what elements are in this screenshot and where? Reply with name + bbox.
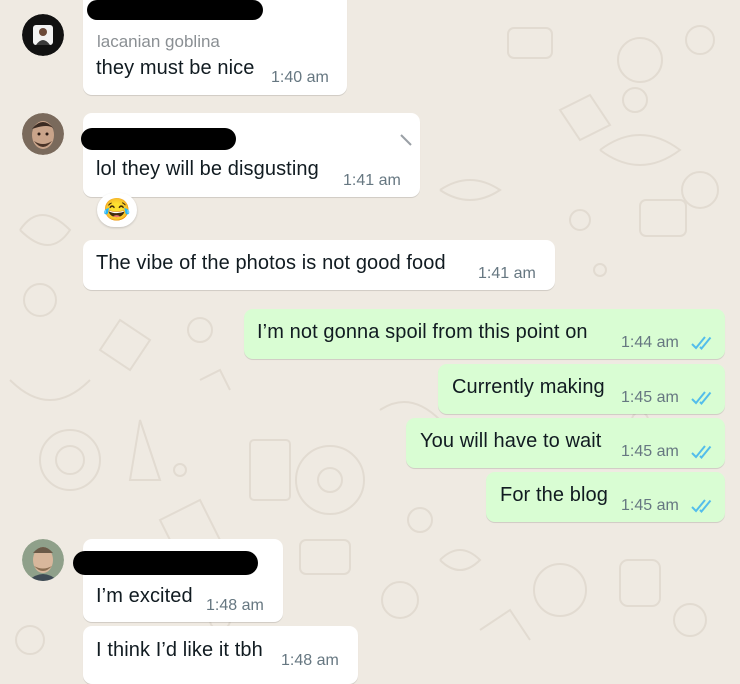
redacted-sender-name [81, 128, 236, 150]
message-time: 1:44 am [621, 334, 679, 351]
redacted-sender-name [73, 551, 258, 575]
outgoing-message[interactable]: Currently making 1:45 am [438, 364, 725, 414]
tears-of-joy-emoji: 😂 [103, 197, 131, 222]
message-text: For the blog [500, 484, 608, 506]
message-text: The vibe of the photos is not good food [96, 252, 446, 274]
read-receipt-icon [691, 444, 716, 460]
edited-icon [400, 134, 412, 146]
incoming-message[interactable]: I’m excited 1:48 am [73, 539, 283, 622]
message-text: Currently making [452, 376, 605, 398]
message-text: I’m excited [96, 585, 193, 607]
message-text: I’m not gonna spoil from this point on [257, 321, 588, 343]
incoming-message[interactable]: I think I’d like it tbh 1:48 am [83, 626, 358, 684]
message-text: I think I’d like it tbh [96, 639, 263, 661]
contact-avatar[interactable] [22, 14, 64, 56]
outgoing-message[interactable]: For the blog 1:45 am [486, 472, 725, 522]
outgoing-message[interactable]: I’m not gonna spoil from this point on 1… [244, 309, 725, 359]
incoming-message[interactable]: The vibe of the photos is not good food … [83, 240, 555, 290]
read-receipt-icon [691, 390, 716, 406]
message-time: 1:45 am [621, 497, 679, 514]
read-receipt-icon [691, 498, 716, 514]
message-text: lol they will be disgusting [96, 158, 319, 180]
message-reaction[interactable]: 😂 [97, 193, 137, 227]
contact-avatar[interactable] [22, 539, 64, 581]
message-time: 1:45 am [621, 443, 679, 460]
message-text: they must be nice [96, 57, 255, 79]
incoming-message[interactable]: lacanian goblina they must be nice 1:40 … [83, 0, 347, 95]
message-time: 1:41 am [478, 265, 536, 282]
message-time: 1:45 am [621, 389, 679, 406]
message-time: 1:40 am [271, 69, 329, 86]
outgoing-message[interactable]: You will have to wait 1:45 am [406, 418, 725, 468]
sender-name: lacanian goblina [97, 32, 220, 51]
message-text: You will have to wait [420, 430, 602, 452]
read-receipt-icon [691, 335, 716, 351]
message-time: 1:48 am [206, 597, 264, 614]
redacted-sender-name [87, 0, 263, 20]
message-time: 1:41 am [343, 172, 401, 189]
message-time: 1:48 am [281, 652, 339, 669]
incoming-message[interactable]: lol they will be disgusting 1:41 am [81, 113, 420, 197]
contact-avatar[interactable] [22, 113, 64, 155]
